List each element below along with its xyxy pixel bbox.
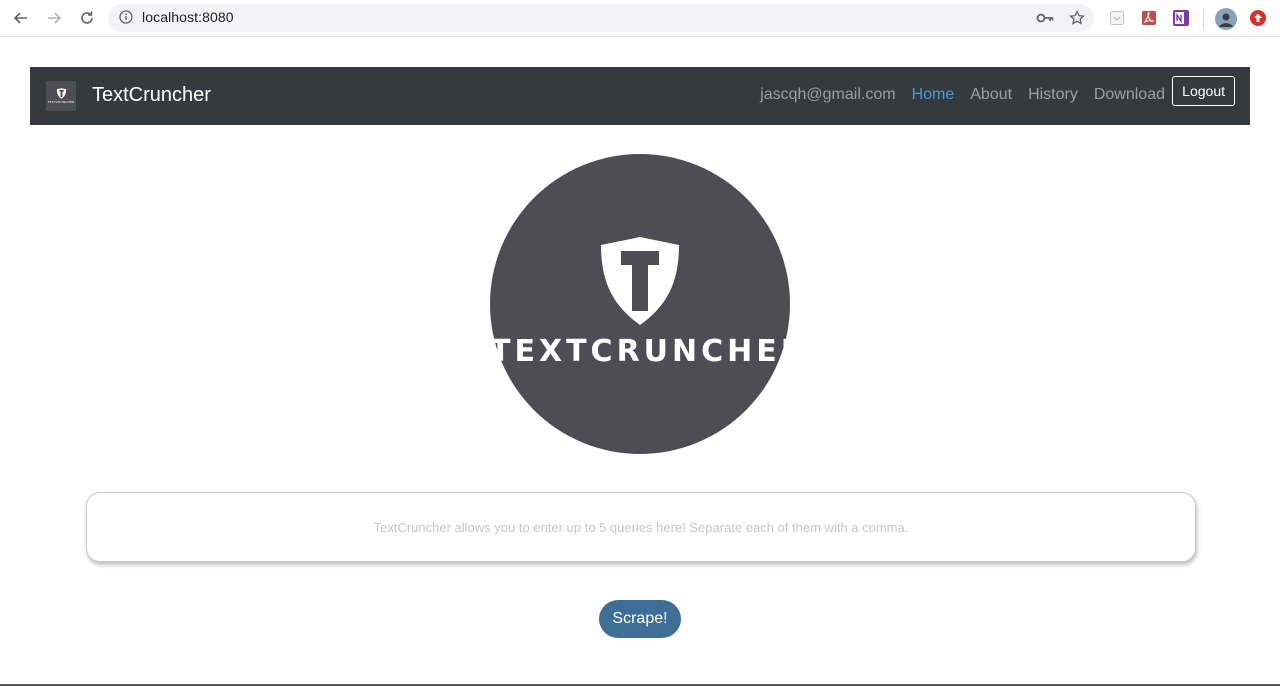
brand-name[interactable]: TextCruncher — [92, 84, 211, 107]
forward-arrow-icon[interactable] — [42, 7, 66, 29]
user-email: jascqh@gmail.com — [760, 86, 896, 103]
query-input[interactable] — [86, 492, 1196, 562]
profile-avatar[interactable] — [1215, 8, 1237, 30]
star-icon[interactable] — [1067, 8, 1087, 28]
app-navbar: TEXTCRUNCHER TextCruncher jascqh@gmail.c… — [30, 67, 1250, 125]
onenote-icon[interactable] — [1171, 8, 1191, 28]
red-extension-icon[interactable] — [1248, 8, 1268, 28]
extension-icon[interactable] — [1107, 8, 1127, 28]
toolbar-divider — [1203, 8, 1204, 28]
textcruncher-logo: TEXTCRUNCHER — [490, 154, 808, 454]
reload-icon[interactable] — [75, 7, 99, 29]
brand-logo-word: TEXTCRUNCHER — [47, 100, 75, 104]
address-bar[interactable] — [108, 4, 1094, 32]
key-icon[interactable] — [1035, 8, 1055, 28]
nav-download-link[interactable]: Download — [1094, 86, 1165, 104]
logo-wordmark: TEXTCRUNCHER — [490, 334, 808, 369]
scrape-button[interactable]: Scrape! — [599, 600, 681, 638]
nav-home-link[interactable]: Home — [912, 86, 955, 104]
nav-about-link[interactable]: About — [970, 86, 1012, 104]
shield-t-icon — [601, 237, 679, 325]
url-text: localhost:8080 — [142, 9, 234, 25]
browser-toolbar: localhost:8080 — [0, 0, 1280, 37]
logout-button[interactable]: Logout — [1172, 76, 1235, 106]
info-icon[interactable] — [119, 10, 133, 24]
brand-logo[interactable]: TEXTCRUNCHER — [46, 81, 76, 111]
back-arrow-icon[interactable] — [9, 7, 33, 29]
pdf-icon[interactable] — [1139, 8, 1159, 28]
nav-links: jascqh@gmail.com Home About History Down… — [760, 86, 1165, 104]
nav-history-link[interactable]: History — [1028, 86, 1078, 104]
